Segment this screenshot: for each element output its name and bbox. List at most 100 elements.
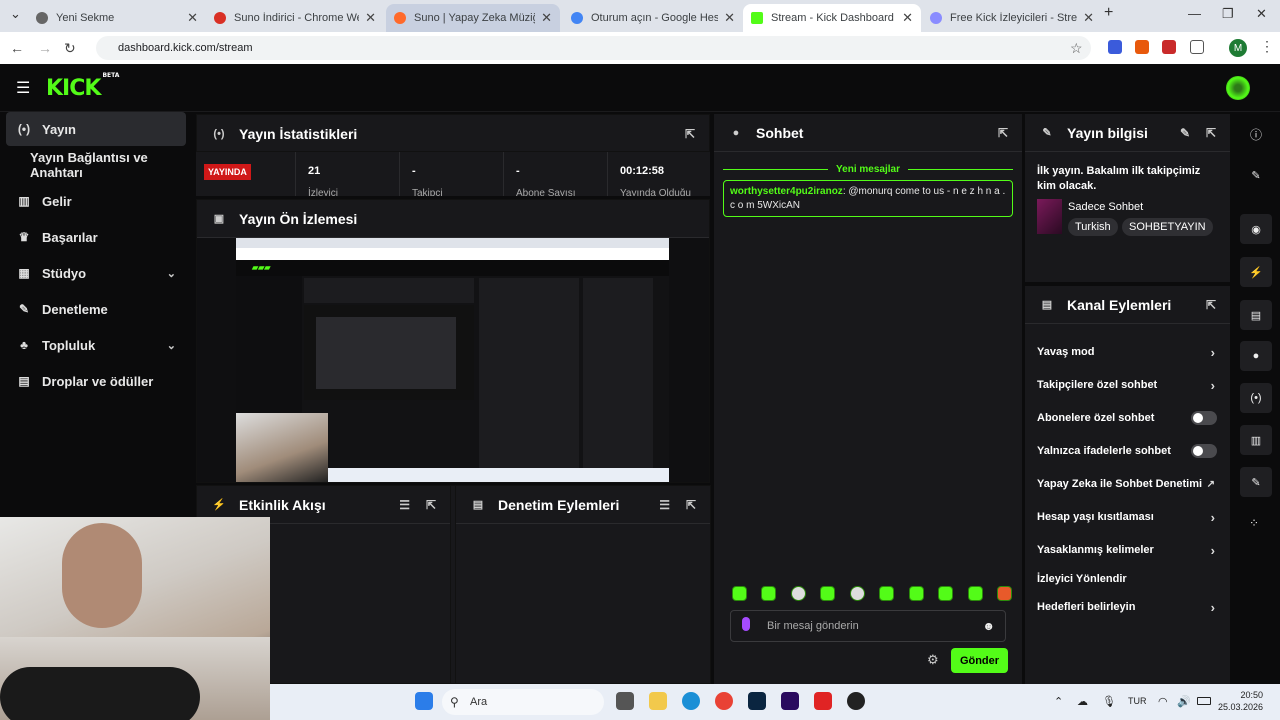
back-icon[interactable]: ← — [10, 40, 24, 56]
premiere-icon[interactable] — [781, 692, 799, 710]
chat-settings-gear-icon[interactable]: ⚙ — [927, 652, 939, 668]
tab-suno[interactable]: Suno | Yapay Zeka Müziği ✕ — [386, 4, 560, 32]
action-account-age[interactable]: Hesap yaşı kısıtlaması › — [1037, 509, 1217, 525]
tab-search-icon[interactable]: ⌄ — [10, 6, 21, 22]
rail-button-moderation[interactable]: ▤ — [1240, 300, 1272, 330]
emote-icon[interactable] — [938, 586, 954, 601]
sidebar-item-community[interactable]: ♣ Topluluk ⌄ — [6, 328, 186, 362]
maximize-icon[interactable]: ❐ — [1222, 6, 1234, 22]
emote-icon[interactable] — [996, 586, 1012, 601]
action-raid-viewers[interactable]: İzleyici Yönlendir — [1037, 571, 1217, 587]
extension-fox-icon[interactable] — [1135, 40, 1149, 54]
sidebar-item-revenue[interactable]: ▥ Gelir — [6, 184, 186, 218]
close-tab-icon[interactable]: ✕ — [541, 10, 552, 26]
url-field[interactable]: dashboard.kick.com/stream — [96, 36, 1091, 60]
edge-icon[interactable] — [682, 692, 700, 710]
close-tab-icon[interactable]: ✕ — [365, 10, 376, 26]
reload-icon[interactable]: ↻ — [64, 40, 76, 57]
info-icon[interactable]: ⓘ — [1250, 126, 1262, 143]
rail-button-wrench[interactable]: ✎ — [1240, 467, 1272, 497]
emote-icon[interactable] — [879, 586, 895, 601]
new-tab-icon[interactable]: + — [1104, 4, 1113, 22]
emotes-only-toggle[interactable] — [1191, 444, 1217, 458]
popout-icon[interactable]: ⇱ — [685, 127, 695, 141]
tray-mic-icon[interactable]: 🎙 — [1102, 695, 1116, 708]
close-tab-icon[interactable]: ✕ — [1083, 10, 1094, 26]
kick-logo[interactable]: KICKBETA — [46, 72, 119, 101]
minimize-icon[interactable]: — — [1188, 6, 1201, 21]
tray-cloud-icon[interactable]: ☁ — [1077, 695, 1088, 708]
tab-suno-downloader[interactable]: Suno İndirici - Chrome Web M... ✕ — [206, 4, 384, 32]
popout-icon[interactable]: ⇱ — [1206, 298, 1216, 312]
language-indicator[interactable]: TUR — [1128, 696, 1147, 706]
sidebar-item-stream[interactable]: (•) Yayın — [6, 112, 186, 146]
rail-button-actions[interactable]: ▥ — [1240, 425, 1272, 455]
emoji-picker-icon[interactable]: ☻ — [982, 619, 995, 633]
app-red-icon[interactable] — [814, 692, 832, 710]
sidebar-item-studio[interactable]: ▦ Stüdyo ⌄ — [6, 256, 186, 290]
filter-icon[interactable]: ☰ — [659, 498, 670, 512]
sidebar-item-stream-key[interactable]: Yayın Bağlantısı ve Anahtarı — [6, 148, 186, 182]
tab-google-login[interactable]: Oturum açın - Google Hesapları ✕ — [563, 4, 743, 32]
tab-new-tab[interactable]: Yeni Sekme ✕ — [28, 4, 206, 32]
tray-chevron-icon[interactable]: ⌃ — [1054, 695, 1063, 708]
bookmark-star-icon[interactable]: ☆ — [1070, 40, 1083, 57]
obs-icon[interactable] — [847, 692, 865, 710]
close-tab-icon[interactable]: ✕ — [902, 10, 913, 26]
rail-edit-button[interactable]: ✎ — [1240, 160, 1272, 190]
emote-icon[interactable] — [732, 586, 747, 601]
tab-free-kick-viewers[interactable]: Free Kick İzleyicileri - Streamerv... ✕ — [922, 4, 1102, 32]
close-tab-icon[interactable]: ✕ — [187, 10, 198, 26]
emote-icon[interactable] — [849, 586, 865, 601]
wifi-icon[interactable]: ◠ — [1158, 695, 1168, 708]
edit-pencil-icon[interactable]: ✎ — [1180, 126, 1190, 140]
close-window-icon[interactable]: ✕ — [1256, 6, 1267, 22]
action-followers-only[interactable]: Takipçilere özel sohbet › — [1037, 377, 1217, 393]
browser-menu-icon[interactable]: ⋮ — [1260, 38, 1274, 55]
chrome-taskbar-icon[interactable] — [715, 692, 733, 710]
action-slow-mode[interactable]: Yavaş mod › — [1037, 344, 1217, 360]
popout-icon[interactable]: ⇱ — [998, 126, 1008, 140]
action-banned-words[interactable]: Yasaklanmış kelimeler › — [1037, 542, 1217, 558]
user-avatar[interactable] — [1226, 76, 1250, 100]
extensions-puzzle-icon[interactable] — [1190, 40, 1204, 54]
chat-input[interactable]: Bir mesaj gönderin ☻ — [730, 610, 1006, 642]
sidebar-item-moderation[interactable]: ✎ Denetleme — [6, 292, 186, 326]
category-name[interactable]: Sadece Sohbet — [1068, 201, 1143, 213]
taskbar-clock[interactable]: 20:50 25.03.2026 — [1218, 689, 1263, 713]
popout-icon[interactable]: ⇱ — [686, 498, 696, 512]
action-ai-moderation[interactable]: Yapay Zeka ile Sohbet Denetimi ↗ — [1037, 476, 1217, 492]
emote-icon[interactable] — [967, 586, 983, 601]
subscribers-only-toggle[interactable] — [1191, 411, 1217, 425]
rail-button-activity[interactable]: ⚡ — [1240, 257, 1272, 287]
tab-kick-dashboard[interactable]: Stream - Kick Dashboard ✕ — [743, 4, 921, 32]
battery-icon[interactable] — [1197, 697, 1211, 705]
popout-icon[interactable]: ⇱ — [1206, 126, 1216, 140]
vs-icon[interactable] — [748, 692, 766, 710]
new-messages-divider[interactable]: Yeni mesajlar — [723, 162, 1013, 176]
profile-avatar[interactable]: M — [1229, 39, 1247, 57]
close-tab-icon[interactable]: ✕ — [724, 10, 735, 26]
apps-icon[interactable]: ⁘ — [1249, 516, 1259, 530]
category-thumbnail[interactable] — [1037, 199, 1062, 234]
send-button[interactable]: Gönder — [951, 648, 1008, 673]
windows-start-icon[interactable] — [415, 692, 433, 710]
chat-username[interactable]: worthysetter4pu2iranoz — [730, 186, 843, 197]
taskbar-search[interactable]: ⚲ Ara — [442, 689, 604, 715]
extension-lock-icon[interactable] — [1162, 40, 1176, 54]
hamburger-menu-icon[interactable]: ☰ — [16, 78, 30, 98]
tag-badge[interactable]: Turkish — [1068, 218, 1118, 236]
microphone-icon[interactable] — [742, 617, 750, 631]
action-set-goals[interactable]: Hedefleri belirleyin › — [1037, 599, 1217, 615]
popout-icon[interactable]: ⇱ — [426, 498, 436, 512]
stream-preview-video[interactable]: ▰▰▰ — [236, 238, 669, 482]
extension-shield-icon[interactable] — [1108, 40, 1122, 54]
sidebar-item-achievements[interactable]: ♛ Başarılar — [6, 220, 186, 254]
rail-button-chat[interactable]: ● — [1240, 341, 1272, 371]
volume-icon[interactable]: 🔊 — [1177, 695, 1191, 708]
emote-icon[interactable] — [820, 586, 836, 601]
emote-icon[interactable] — [790, 586, 806, 601]
tag-badge[interactable]: SOHBETYAYIN — [1122, 218, 1213, 236]
filter-icon[interactable]: ☰ — [399, 498, 410, 512]
forward-icon[interactable]: → — [38, 40, 52, 56]
